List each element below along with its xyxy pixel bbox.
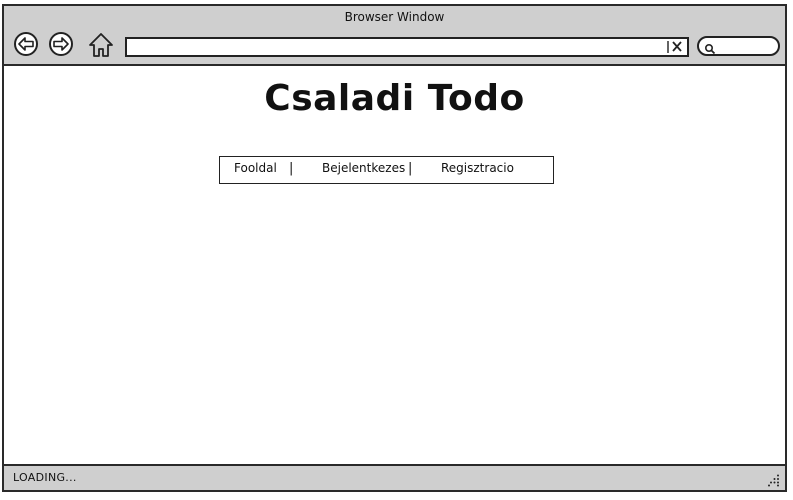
clear-icon bbox=[667, 41, 682, 53]
address-bar bbox=[125, 37, 689, 57]
nav-menu: Fooldal | Bejelentkezes | Regisztracio bbox=[219, 156, 554, 184]
search-input[interactable] bbox=[719, 38, 774, 54]
menu-item-fooldal[interactable]: Fooldal bbox=[234, 161, 277, 175]
menu-item-bejelentkezes[interactable]: Bejelentkezes bbox=[322, 161, 405, 175]
menu-separator: | bbox=[408, 161, 413, 176]
home-button[interactable] bbox=[88, 32, 114, 58]
status-text: LOADING... bbox=[13, 471, 77, 484]
menu-separator: | bbox=[289, 161, 294, 176]
forward-arrow-icon bbox=[53, 37, 69, 51]
forward-button[interactable] bbox=[49, 32, 73, 56]
address-input[interactable] bbox=[129, 39, 659, 55]
search-box bbox=[697, 36, 780, 56]
status-bar: LOADING... bbox=[4, 464, 785, 490]
back-button[interactable] bbox=[14, 32, 38, 56]
menu-item-regisztracio[interactable]: Regisztracio bbox=[441, 161, 514, 175]
home-icon bbox=[89, 33, 113, 57]
browser-window: Browser Window Csaladi Todo Fooldal | Be… bbox=[2, 4, 787, 492]
browser-toolbar: Browser Window bbox=[4, 6, 785, 66]
clear-address-button[interactable] bbox=[665, 39, 685, 55]
page-title: Csaladi Todo bbox=[264, 78, 525, 119]
search-icon bbox=[704, 40, 716, 55]
resize-grip-icon[interactable] bbox=[767, 472, 781, 487]
window-title: Browser Window bbox=[344, 10, 445, 24]
back-arrow-icon bbox=[18, 37, 34, 51]
